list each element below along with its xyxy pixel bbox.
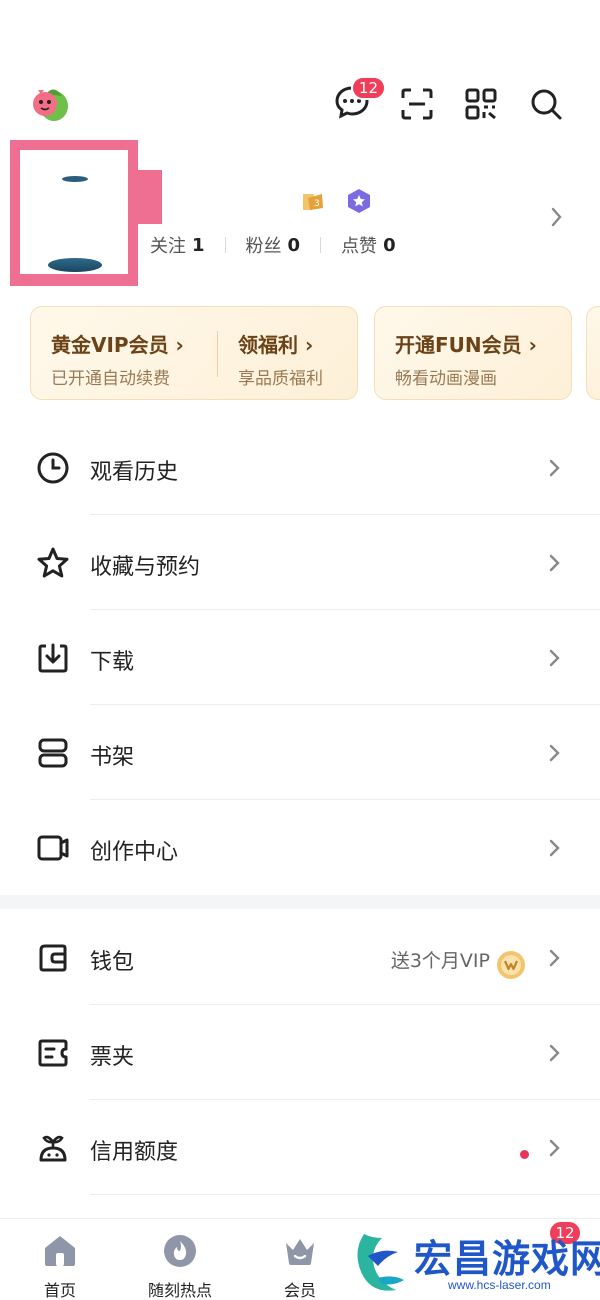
menu-item-ticket-folder[interactable]: 票夹 xyxy=(0,1005,600,1100)
likes-stat[interactable]: 点赞 0 xyxy=(341,232,396,258)
chevron-right-icon xyxy=(549,839,560,857)
nav-member[interactable]: 会员 xyxy=(255,1233,345,1300)
message-badge: 12 xyxy=(350,76,386,100)
wallet-icon xyxy=(39,944,67,972)
menu-item-label: 票夹 xyxy=(90,1045,135,1070)
next-card-peek[interactable] xyxy=(586,306,600,400)
menu-item-label: 下载 xyxy=(90,650,135,675)
camera-icon xyxy=(37,835,69,861)
bookshelf-icon xyxy=(38,738,68,768)
member-cards: 黄金VIP会员 › 已开通自动续费 领福利 › 享品质福利 开通FUN会员 › … xyxy=(30,306,600,402)
divider xyxy=(217,331,218,377)
credit-icon xyxy=(39,1135,67,1162)
menu-section-primary: 观看历史 收藏与预约 下载 书架 创作中心 xyxy=(0,420,600,895)
qr-code-icon xyxy=(465,88,497,120)
menu-section-secondary: 钱包 送3个月VIP 票夹 信用额度 xyxy=(0,910,600,1195)
menu-item-label: 收藏与预约 xyxy=(90,555,201,580)
clock-icon xyxy=(37,452,69,484)
nav-hot[interactable]: 随刻热点 xyxy=(135,1233,225,1300)
download-icon xyxy=(38,643,68,673)
menu-item-label: 观看历史 xyxy=(90,460,179,485)
menu-item-label: 书架 xyxy=(90,745,135,770)
level-badge-icon[interactable]: 3 xyxy=(300,188,326,214)
menu-item-download[interactable]: 下载 xyxy=(0,610,600,705)
flame-icon xyxy=(164,1235,196,1267)
crown-icon xyxy=(286,1239,314,1265)
fun-member-card[interactable]: 开通FUN会员 › 畅看动画漫画 xyxy=(374,306,572,400)
search-icon xyxy=(531,89,562,120)
avatar[interactable] xyxy=(10,140,138,286)
star-icon xyxy=(37,547,69,578)
wallet-promo-text: 送3个月VIP xyxy=(390,950,490,972)
svg-text:3: 3 xyxy=(314,199,320,209)
message-button[interactable]: 12 xyxy=(332,76,386,124)
avatar-redaction-tab xyxy=(138,170,162,224)
menu-item-label: 信用额度 xyxy=(90,1140,179,1165)
star-badge-icon[interactable] xyxy=(346,188,372,214)
following-stat[interactable]: 关注 1 xyxy=(150,232,205,258)
vip-coin-icon xyxy=(497,951,525,979)
scan-button[interactable] xyxy=(397,84,437,124)
chevron-right-icon xyxy=(549,744,560,762)
menu-item-history[interactable]: 观看历史 xyxy=(0,420,600,515)
benefit-cell[interactable]: 领福利 › 享品质福利 xyxy=(238,329,323,389)
chevron-right-icon xyxy=(549,554,560,572)
mascot-icon[interactable] xyxy=(28,82,70,124)
chevron-right-icon xyxy=(549,459,560,477)
menu-item-bookshelf[interactable]: 书架 xyxy=(0,705,600,800)
profile-chevron-icon[interactable] xyxy=(550,206,564,232)
watermark-logo-icon xyxy=(357,1234,404,1291)
home-icon xyxy=(45,1236,75,1266)
nav-label: 首页 xyxy=(43,1281,76,1300)
section-separator xyxy=(0,895,600,909)
watermark-text: 宏昌游戏网 xyxy=(414,1237,600,1281)
chevron-right-icon xyxy=(549,1139,560,1157)
menu-item-wallet[interactable]: 钱包 送3个月VIP xyxy=(0,910,600,1005)
chevron-right-icon xyxy=(549,949,560,967)
search-button[interactable] xyxy=(526,84,566,124)
gold-vip-cell[interactable]: 黄金VIP会员 › 已开通自动续费 xyxy=(51,329,184,389)
nav-home[interactable]: 首页 xyxy=(15,1233,105,1300)
menu-item-label: 创作中心 xyxy=(90,840,179,865)
followers-stat[interactable]: 粉丝 0 xyxy=(246,232,301,258)
ticket-icon xyxy=(38,1039,68,1067)
watermark-url: www.hcs-laser.com xyxy=(448,1278,551,1292)
menu-item-creator-center[interactable]: 创作中心 xyxy=(0,800,600,895)
menu-item-credit-limit[interactable]: 信用额度 xyxy=(0,1100,600,1195)
gold-vip-card: 黄金VIP会员 › 已开通自动续费 领福利 › 享品质福利 xyxy=(30,306,358,400)
menu-item-label: 钱包 xyxy=(90,950,135,975)
nav-label: 随刻热点 xyxy=(147,1281,212,1300)
menu-item-favorites[interactable]: 收藏与预约 xyxy=(0,515,600,610)
profile-stats: 关注 1 粉丝 0 点赞 0 xyxy=(150,232,396,258)
qr-code-button[interactable] xyxy=(461,84,501,124)
divider xyxy=(224,237,226,253)
nav-label: 会员 xyxy=(283,1281,316,1300)
divider xyxy=(90,1194,600,1195)
chevron-right-icon xyxy=(549,649,560,667)
divider xyxy=(320,237,322,253)
chevron-right-icon xyxy=(549,1044,560,1062)
notification-dot xyxy=(520,1150,529,1159)
scan-icon xyxy=(401,88,433,120)
top-bar: 12 xyxy=(0,70,600,140)
site-watermark: 宏昌游戏网 www.hcs-laser.com xyxy=(348,1226,600,1300)
